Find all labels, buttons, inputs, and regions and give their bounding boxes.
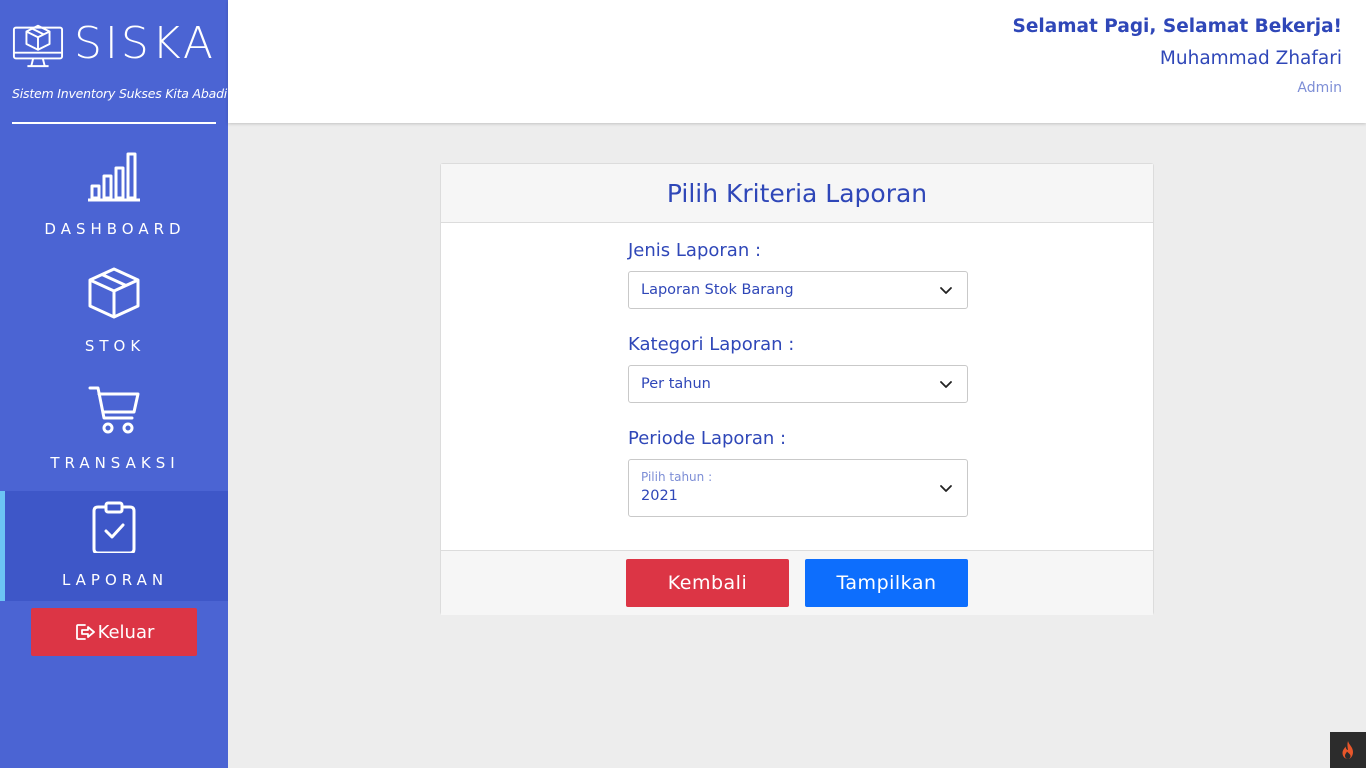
logout-label: Keluar (97, 621, 155, 643)
jenis-laporan-label: Jenis Laporan : (628, 240, 762, 261)
periode-laporan-select[interactable]: Pilih tahun : 2021 (628, 459, 968, 517)
box-icon (88, 267, 140, 319)
sidebar-item-transaksi[interactable]: TRANSAKSI (0, 374, 228, 484)
kategori-laporan-select[interactable]: Per tahun (628, 365, 968, 403)
page-title: Pilih Kriteria Laporan (666, 178, 928, 208)
top-header: Selamat Pagi, Selamat Bekerja! Muhammad … (228, 0, 1366, 123)
kategori-laporan-value: Per tahun (641, 376, 711, 392)
brand: SISKA Sistem Inventory Sukses Kita Abadi (12, 16, 228, 101)
sidebar-item-label: STOK (84, 337, 146, 355)
logout-button[interactable]: Keluar (31, 608, 197, 656)
brand-divider (12, 122, 216, 124)
greeting-text: Selamat Pagi, Selamat Bekerja! (1012, 16, 1342, 37)
periode-floating-label: Pilih tahun : (641, 470, 713, 484)
chevron-down-icon (940, 485, 952, 492)
inventory-monitor-logo-icon (12, 24, 64, 68)
sidebar-item-label: DASHBOARD (44, 220, 186, 238)
brand-tagline: Sistem Inventory Sukses Kita Abadi (12, 86, 228, 101)
jenis-laporan-value: Laporan Stok Barang (641, 282, 794, 298)
logout-icon (75, 624, 95, 640)
chevron-down-icon (940, 287, 952, 294)
periode-laporan-value: 2021 (641, 488, 678, 504)
sidebar-item-stok[interactable]: STOK (0, 257, 228, 367)
card-footer: Kembali Tampilkan (441, 550, 1153, 615)
cart-icon (88, 386, 140, 434)
sidebar: SISKA Sistem Inventory Sukses Kita Abadi… (0, 0, 228, 768)
user-role: Admin (1297, 80, 1342, 96)
bar-chart-icon (88, 152, 140, 202)
periode-laporan-label: Periode Laporan : (628, 428, 787, 449)
debug-toolbar-toggle[interactable] (1330, 732, 1366, 768)
back-button-label: Kembali (667, 572, 748, 594)
back-button[interactable]: Kembali (626, 559, 789, 607)
chevron-down-icon (940, 381, 952, 388)
sidebar-item-laporan[interactable]: LAPORAN (0, 491, 228, 601)
kategori-laporan-label: Kategori Laporan : (628, 334, 795, 355)
card-header: Pilih Kriteria Laporan (441, 164, 1153, 223)
jenis-laporan-select[interactable]: Laporan Stok Barang (628, 271, 968, 309)
clipboard-check-icon (92, 501, 136, 553)
brand-name: SISKA (73, 18, 216, 69)
sidebar-item-label: LAPORAN (61, 571, 169, 589)
sidebar-item-dashboard[interactable]: DASHBOARD (0, 140, 228, 250)
show-report-button[interactable]: Tampilkan (805, 559, 968, 607)
user-name: Muhammad Zhafari (1159, 48, 1342, 69)
show-button-label: Tampilkan (836, 572, 937, 594)
sidebar-item-label: TRANSAKSI (50, 454, 180, 472)
report-criteria-card: Pilih Kriteria Laporan Jenis Laporan : L… (440, 163, 1154, 615)
flame-icon (1342, 741, 1353, 759)
